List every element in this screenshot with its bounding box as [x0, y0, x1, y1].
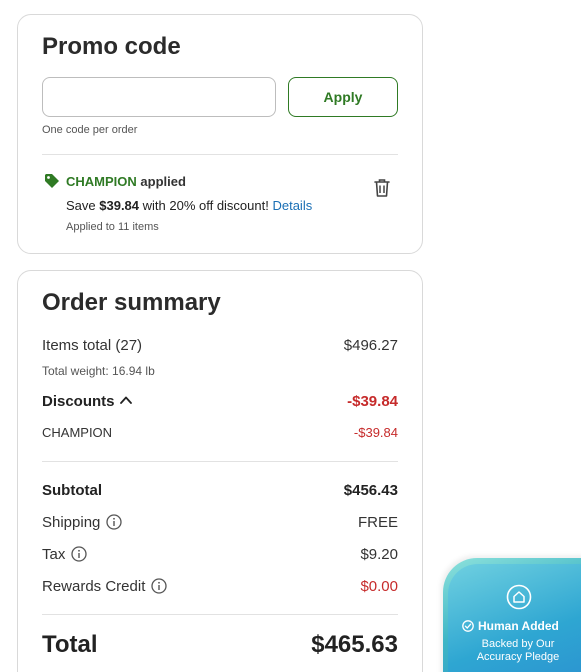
discounts-row: Discounts -$39.84 [42, 393, 398, 410]
promo-divider [42, 154, 398, 155]
chevron-up-icon [119, 396, 132, 404]
badge-inner: Human Added Backed by Our Accuracy Pledg… [448, 564, 581, 672]
applied-items-text: Applied to 11 items [66, 221, 159, 233]
shipping-label-group: Shipping [42, 514, 123, 531]
promo-title: Promo code [42, 33, 181, 60]
savings-message: Save $39.84 with 20% off discount! Detai… [66, 198, 312, 213]
discount-code-value: -$39.84 [353, 425, 398, 440]
human-added-badge[interactable]: Human Added Backed by Our Accuracy Pledg… [443, 558, 581, 672]
save-prefix: Save [66, 198, 100, 213]
subtotal-value: $456.43 [343, 482, 398, 499]
info-icon[interactable] [151, 578, 168, 594]
tax-label-group: Tax [42, 546, 87, 563]
check-circle-icon [462, 620, 474, 632]
items-total-row: Items total (27) $496.27 [42, 337, 398, 354]
discounts-value: -$39.84 [347, 393, 398, 410]
tag-icon [45, 174, 59, 188]
applied-code-line: CHAMPION applied [66, 174, 186, 189]
items-total-value: $496.27 [343, 337, 398, 354]
promo-code-card: Promo code Apply One code per order CHAM… [17, 14, 423, 254]
rewards-label: Rewards Credit [42, 578, 146, 595]
subtotal-row: Subtotal $456.43 [42, 482, 398, 499]
rewards-label-group: Rewards Credit [42, 578, 168, 595]
discount-code-row: CHAMPION -$39.84 [42, 425, 398, 440]
rewards-row: Rewards Credit $0.00 [42, 578, 398, 595]
subtotal-label: Subtotal [42, 482, 102, 499]
trash-icon[interactable] [373, 178, 391, 198]
info-icon[interactable] [71, 546, 87, 562]
shipping-row: Shipping FREE [42, 514, 398, 531]
discounts-label: Discounts [42, 393, 115, 410]
save-suffix: with 20% off discount! [139, 198, 273, 213]
items-total-label: Items total (27) [42, 337, 143, 354]
badge-subtitle: Backed by Our Accuracy Pledge [476, 638, 560, 663]
total-label: Total [42, 631, 98, 658]
summary-divider-2 [42, 614, 398, 615]
tax-row: Tax $9.20 [42, 546, 398, 563]
shipping-value: FREE [357, 514, 398, 531]
applied-label: applied [140, 174, 186, 189]
save-amount: $39.84 [99, 198, 140, 213]
shield-icon [506, 584, 532, 610]
rewards-value: $0.00 [360, 578, 398, 595]
badge-title-text: Human Added [478, 619, 559, 633]
tax-value: $9.20 [360, 546, 398, 563]
info-icon[interactable] [106, 514, 123, 530]
badge-title: Human Added [462, 619, 559, 633]
applied-code: CHAMPION [66, 174, 137, 189]
total-row: Total $465.63 [42, 631, 398, 659]
apply-button[interactable]: Apply [288, 77, 398, 117]
order-summary-title: Order summary [42, 289, 221, 316]
discount-code-label: CHAMPION [42, 425, 113, 440]
total-weight: Total weight: 16.94 lb [42, 364, 155, 378]
order-summary-card: Order summary Items total (27) $496.27 T… [17, 270, 423, 672]
shipping-label: Shipping [42, 514, 101, 531]
promo-code-input[interactable] [42, 77, 276, 117]
promo-helper-text: One code per order [42, 124, 138, 136]
details-link[interactable]: Details [272, 198, 312, 213]
discounts-toggle[interactable]: Discounts [42, 393, 133, 410]
summary-divider-1 [42, 461, 398, 462]
tax-label: Tax [42, 546, 66, 563]
total-value: $465.63 [311, 631, 398, 658]
